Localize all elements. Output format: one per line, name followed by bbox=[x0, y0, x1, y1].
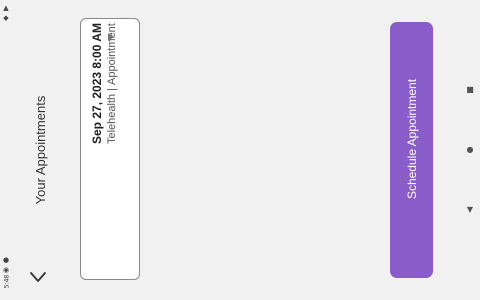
chevron-down-icon[interactable] bbox=[29, 270, 47, 284]
appointment-separator: | bbox=[106, 87, 118, 91]
home-button[interactable]: ● bbox=[466, 146, 474, 154]
schedule-appointment-button[interactable]: Schedule Appointment bbox=[390, 22, 433, 278]
appointment-card[interactable]: Sep 27, 2023 8:00 AM Telehealth|Appointm… bbox=[80, 18, 140, 280]
page-title: Your Appointments bbox=[33, 95, 48, 205]
appointment-meta: Telehealth|Appointment bbox=[105, 0, 119, 144]
page-title-container: Your Appointments bbox=[33, 85, 48, 215]
status-time: 5:48 bbox=[3, 274, 11, 289]
recents-button[interactable]: ■ bbox=[466, 86, 474, 94]
schedule-appointment-label: Schedule Appointment bbox=[405, 78, 419, 200]
signal-icon: ▲ bbox=[3, 4, 9, 12]
navigation-bar: ■ ● ▼ bbox=[460, 0, 480, 300]
appointment-type: Telehealth bbox=[106, 93, 118, 144]
status-bar: ▲ ◆ ● ◉ 5:48 bbox=[0, 0, 14, 300]
wifi-icon: ◆ bbox=[3, 14, 9, 22]
appointment-date: Sep 27, 2023 8:00 AM bbox=[90, 23, 104, 144]
back-button[interactable]: ▼ bbox=[466, 206, 474, 214]
expand-arrow-icon[interactable] bbox=[106, 32, 116, 42]
notification-icon: ● bbox=[2, 256, 10, 264]
